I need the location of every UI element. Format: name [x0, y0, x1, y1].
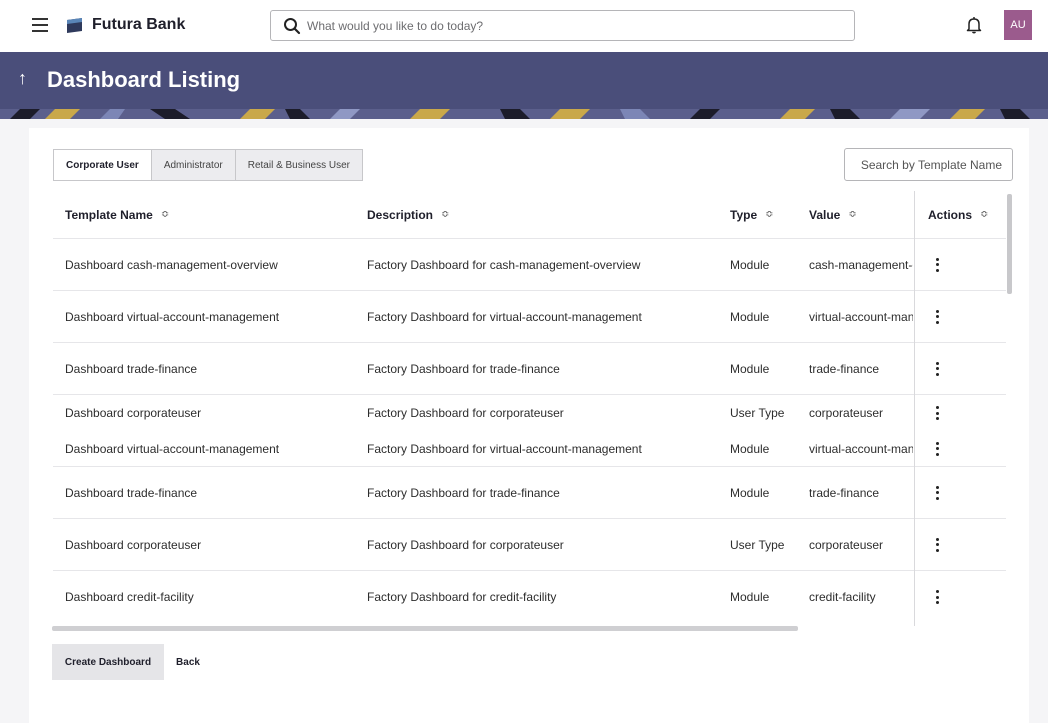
cell-template-name: Dashboard corporateuser — [65, 537, 202, 552]
column-label: Description — [367, 207, 434, 222]
table-row: Dashboard trade-finance Factory Dashboar… — [53, 343, 1006, 395]
cell-actions — [915, 571, 1006, 623]
page-title: Dashboard Listing — [47, 67, 241, 92]
cell-value: virtual-account-management — [809, 441, 913, 456]
cell-template-name: Dashboard cash-management-overview — [65, 257, 278, 272]
template-search-input[interactable] — [845, 149, 1012, 180]
kebab-menu-icon[interactable] — [929, 484, 945, 502]
cell-type: Module — [730, 590, 770, 604]
cell-actions — [915, 291, 1006, 342]
hamburger-icon[interactable] — [32, 18, 48, 32]
kebab-menu-icon[interactable] — [929, 404, 945, 422]
cell-description: Factory Dashboard for virtual-account-ma… — [367, 309, 642, 324]
column-label: Type — [730, 207, 758, 222]
create-dashboard-button[interactable]: Create Dashboard — [52, 644, 164, 680]
kebab-menu-icon[interactable] — [929, 360, 945, 378]
cell-description: Factory Dashboard for corporateuser — [367, 537, 564, 552]
kebab-menu-icon[interactable] — [929, 588, 945, 606]
header-decoration — [0, 109, 1048, 119]
cell-actions — [915, 431, 1006, 466]
column-header-type[interactable]: Type ≎ — [730, 191, 808, 238]
cell-actions — [915, 395, 1006, 431]
table-header: Template Name ≎ Description ≎ Type ≎ Value ≎… — [53, 191, 1006, 239]
cell-description: Factory Dashboard for virtual-account-ma… — [367, 441, 642, 456]
table-row: Dashboard virtual-account-management Fac… — [53, 431, 1006, 467]
sort-icon[interactable]: ≎ — [765, 209, 773, 220]
horizontal-scrollbar[interactable] — [52, 626, 798, 631]
table-row: Dashboard credit-facility Factory Dashbo… — [53, 571, 1006, 623]
actions-column-divider — [914, 191, 915, 626]
cell-template-name: Dashboard virtual-account-management — [65, 309, 280, 324]
cell-type: Module — [730, 441, 770, 456]
template-table: Template Name ≎ Description ≎ Type ≎ Value ≎… — [53, 191, 1006, 623]
kebab-menu-icon[interactable] — [929, 256, 945, 274]
avatar[interactable]: AU — [1004, 10, 1032, 40]
cell-template-name: Dashboard trade-finance — [65, 485, 198, 500]
cell-template-name: Dashboard corporateuser — [65, 406, 202, 420]
cell-type: User Type — [730, 406, 785, 420]
table-row: Dashboard virtual-account-management Fac… — [53, 291, 1006, 343]
global-search[interactable] — [270, 10, 855, 41]
cell-type: Module — [730, 361, 770, 376]
table-row: Dashboard cash-management-overview Facto… — [53, 239, 1006, 291]
cell-actions — [915, 519, 1006, 570]
tab-corporate-user[interactable]: Corporate User — [54, 150, 152, 180]
page-header: ↑ Dashboard Listing — [0, 52, 1048, 109]
cell-type: Module — [730, 485, 770, 500]
cell-value: virtual-account-management — [809, 309, 913, 324]
cell-description: Factory Dashboard for cash-management-ov… — [367, 257, 641, 272]
cell-description: Factory Dashboard for credit-facility — [367, 590, 557, 604]
cell-value: trade-finance — [809, 361, 880, 376]
kebab-menu-icon[interactable] — [929, 440, 945, 458]
cell-value: credit-facility — [809, 590, 876, 604]
cell-value: trade-finance — [809, 485, 880, 500]
tab-retail-business-user[interactable]: Retail & Business User — [235, 150, 362, 180]
sort-icon[interactable]: ≎ — [161, 209, 169, 220]
template-search[interactable] — [844, 148, 1013, 181]
vertical-scrollbar[interactable] — [1007, 194, 1012, 294]
logo-icon — [67, 18, 82, 33]
cell-value: cash-management-overview — [809, 257, 913, 272]
back-button[interactable]: Back — [172, 644, 204, 680]
cell-value: corporateuser — [809, 537, 884, 552]
cell-actions — [915, 239, 1006, 290]
search-icon — [284, 18, 301, 35]
cell-template-name: Dashboard trade-finance — [65, 361, 198, 376]
table-row: Dashboard corporateuser Factory Dashboar… — [53, 519, 1006, 571]
sort-icon[interactable]: ≎ — [980, 209, 988, 220]
column-header-description[interactable]: Description ≎ — [367, 191, 725, 238]
bell-icon[interactable] — [966, 16, 982, 34]
kebab-menu-icon[interactable] — [929, 308, 945, 326]
table-row: Dashboard trade-finance Factory Dashboar… — [53, 467, 1006, 519]
cell-value: corporateuser — [809, 406, 884, 420]
column-label: Template Name — [65, 207, 153, 222]
table-row: Dashboard corporateuser Factory Dashboar… — [53, 395, 1006, 431]
cell-actions — [915, 467, 1006, 518]
column-label: Value — [809, 207, 841, 222]
cell-template-name: Dashboard credit-facility — [65, 590, 194, 604]
user-type-tabs: Corporate User Administrator Retail & Bu… — [53, 149, 363, 181]
content-card: Corporate User Administrator Retail & Bu… — [29, 128, 1029, 723]
sort-icon[interactable]: ≎ — [441, 209, 449, 220]
cell-type: Module — [730, 309, 770, 324]
kebab-menu-icon[interactable] — [929, 536, 945, 554]
column-label: Actions — [928, 207, 973, 222]
cell-description: Factory Dashboard for trade-finance — [367, 485, 560, 500]
cell-actions — [915, 343, 1006, 394]
column-header-template-name[interactable]: Template Name ≎ — [65, 191, 365, 238]
sort-icon[interactable]: ≎ — [848, 209, 856, 220]
back-arrow-icon[interactable]: ↑ — [18, 68, 27, 89]
top-bar: Futura Bank AU — [0, 0, 1048, 52]
cell-description: Factory Dashboard for trade-finance — [367, 361, 560, 376]
cell-type: User Type — [730, 537, 785, 552]
column-header-value[interactable]: Value ≎ — [809, 191, 913, 238]
brand-name[interactable]: Futura Bank — [92, 16, 185, 34]
cell-template-name: Dashboard virtual-account-management — [65, 441, 280, 456]
global-search-input[interactable] — [307, 17, 837, 35]
cell-type: Module — [730, 257, 770, 272]
column-header-actions[interactable]: Actions ≎ — [915, 191, 1006, 238]
tab-administrator[interactable]: Administrator — [151, 150, 236, 180]
cell-description: Factory Dashboard for corporateuser — [367, 406, 564, 420]
